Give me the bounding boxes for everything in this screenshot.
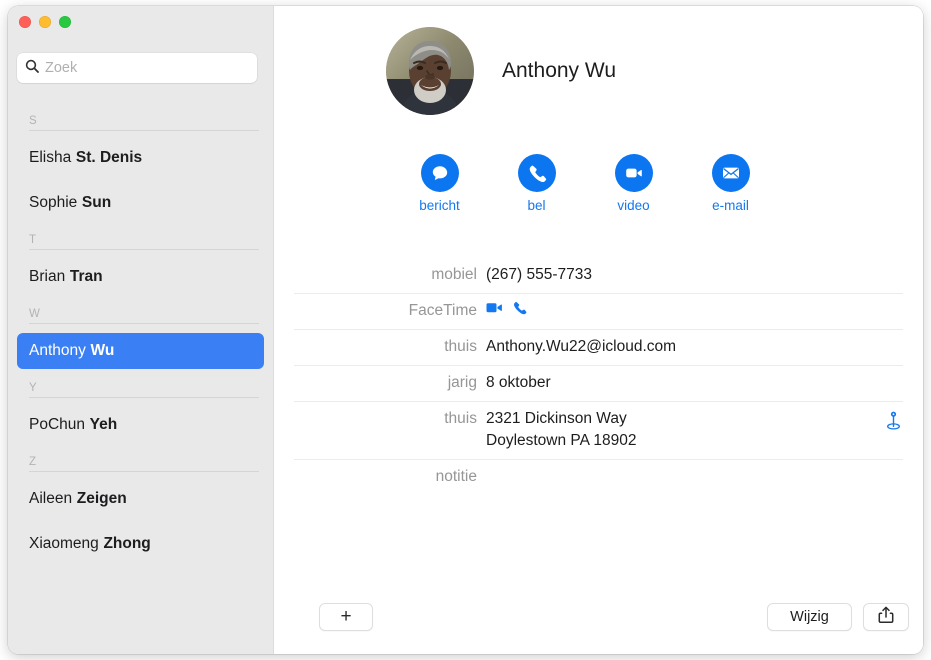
- contact-list-item[interactable]: Aileen Zeigen: [17, 481, 264, 517]
- field-row: thuis 2321 Dickinson Way Doylestown PA 189…: [294, 402, 903, 460]
- contact-first-name: PoChun: [29, 416, 86, 433]
- field-label: thuis: [444, 410, 477, 427]
- add-contact-button[interactable]: +: [319, 603, 373, 631]
- field-value[interactable]: 2321 Dickinson Way Doylestown PA 18902: [486, 408, 903, 452]
- contact-last-name: St. Denis: [75, 149, 143, 166]
- contact-first-name: Aileen: [29, 490, 73, 507]
- action-video[interactable]: video: [610, 154, 657, 213]
- contact-fields: mobiel (267) 555-7733 FaceTime thuis Anthony…: [294, 258, 903, 495]
- share-icon: [878, 606, 894, 628]
- section-header-t: T: [29, 221, 259, 250]
- action-bel[interactable]: bel: [513, 154, 560, 213]
- contact-last-name: Zeigen: [76, 490, 127, 507]
- search-icon: [25, 59, 45, 78]
- action-label: bel: [527, 198, 546, 213]
- field-label: thuis: [444, 338, 477, 355]
- action-bericht[interactable]: bericht: [416, 154, 463, 213]
- contact-last-name: Sun: [81, 194, 112, 211]
- address-line-1: 2321 Dickinson Way: [486, 410, 627, 427]
- contact-list-item[interactable]: PoChun Yeh: [17, 407, 264, 443]
- contact-last-name: Wu: [90, 342, 115, 359]
- contact-first-name: Elisha: [29, 149, 72, 166]
- contact-list-item[interactable]: Xiaomeng Zhong: [17, 526, 264, 562]
- field-row: jarig 8 oktober: [294, 366, 903, 402]
- field-label: jarig: [447, 374, 477, 391]
- search-input[interactable]: [45, 60, 249, 76]
- section-header-y: Y: [29, 369, 259, 398]
- field-row: FaceTime: [294, 294, 903, 330]
- contact-first-name: Anthony: [29, 342, 86, 359]
- zoom-button[interactable]: [59, 16, 71, 28]
- contact-photo: [386, 27, 474, 115]
- bottom-toolbar: + Wijzig: [274, 592, 923, 654]
- contact-list[interactable]: S Elisha St. Denis Sophie Sun T Brian Tran W Anth…: [8, 102, 273, 654]
- field-label: mobiel: [431, 266, 477, 283]
- contact-last-name: Zhong: [103, 535, 151, 552]
- contact-last-name: Tran: [69, 268, 103, 285]
- contact-detail-pane: Anthony Wu bericht bel video e-mail mobiel (…: [273, 6, 923, 654]
- contacts-window: SElishaSt. DenisSophieSunTBrianTranWAnth…: [8, 6, 923, 654]
- field-label: notitie: [435, 468, 477, 485]
- video-camera-icon: [614, 154, 653, 192]
- contact-list-item[interactable]: Brian Tran: [17, 259, 264, 295]
- edit-button[interactable]: Wijzig: [767, 603, 852, 631]
- action-label: video: [617, 198, 650, 213]
- section-header-s: S: [29, 102, 259, 131]
- field-value[interactable]: 8 oktober: [486, 372, 903, 394]
- contact-list-item[interactable]: Elisha St. Denis: [17, 140, 264, 176]
- field-value[interactable]: [486, 300, 903, 322]
- action-label: e-mail: [712, 198, 749, 213]
- field-label: FaceTime: [408, 302, 477, 319]
- contact-list-item[interactable]: Anthony Wu: [17, 333, 264, 369]
- contact-last-name: Yeh: [89, 416, 118, 433]
- envelope-icon: [711, 154, 750, 192]
- facetime-audio-icon[interactable]: [512, 300, 527, 322]
- contact-first-name: Xiaomeng: [29, 535, 99, 552]
- minimize-button[interactable]: [39, 16, 51, 28]
- contact-name: Anthony Wu: [502, 59, 617, 82]
- field-row: notitie: [294, 460, 903, 495]
- contact-list-item[interactable]: Sophie Sun: [17, 185, 264, 221]
- sidebar: SElishaSt. DenisSophieSunTBrianTranWAnth…: [8, 6, 273, 654]
- field-value[interactable]: (267) 555-7733: [486, 264, 903, 286]
- action-label: bericht: [419, 198, 460, 213]
- map-pin-icon[interactable]: [886, 411, 901, 436]
- action-buttons: bericht bel video e-mail: [416, 154, 754, 213]
- field-value[interactable]: Anthony.Wu22@icloud.com: [486, 336, 903, 358]
- field-row: mobiel (267) 555-7733: [294, 258, 903, 294]
- message-icon: [420, 154, 459, 192]
- field-row: thuis Anthony.Wu22@icloud.com: [294, 330, 903, 366]
- address-line-2: Doylestown PA 18902: [486, 432, 637, 449]
- search-field[interactable]: [17, 53, 257, 83]
- contact-header: Anthony Wu: [386, 27, 616, 115]
- action-e-mail[interactable]: e-mail: [707, 154, 754, 213]
- contact-first-name: Brian: [29, 268, 66, 285]
- close-button[interactable]: [19, 16, 31, 28]
- share-button[interactable]: [863, 603, 909, 631]
- facetime-video-icon[interactable]: [486, 300, 503, 322]
- section-header-z: Z: [29, 443, 259, 472]
- phone-icon: [517, 154, 556, 192]
- contact-first-name: Sophie: [29, 194, 78, 211]
- window-controls: [19, 16, 71, 28]
- avatar[interactable]: [386, 27, 474, 115]
- section-header-w: W: [29, 295, 259, 324]
